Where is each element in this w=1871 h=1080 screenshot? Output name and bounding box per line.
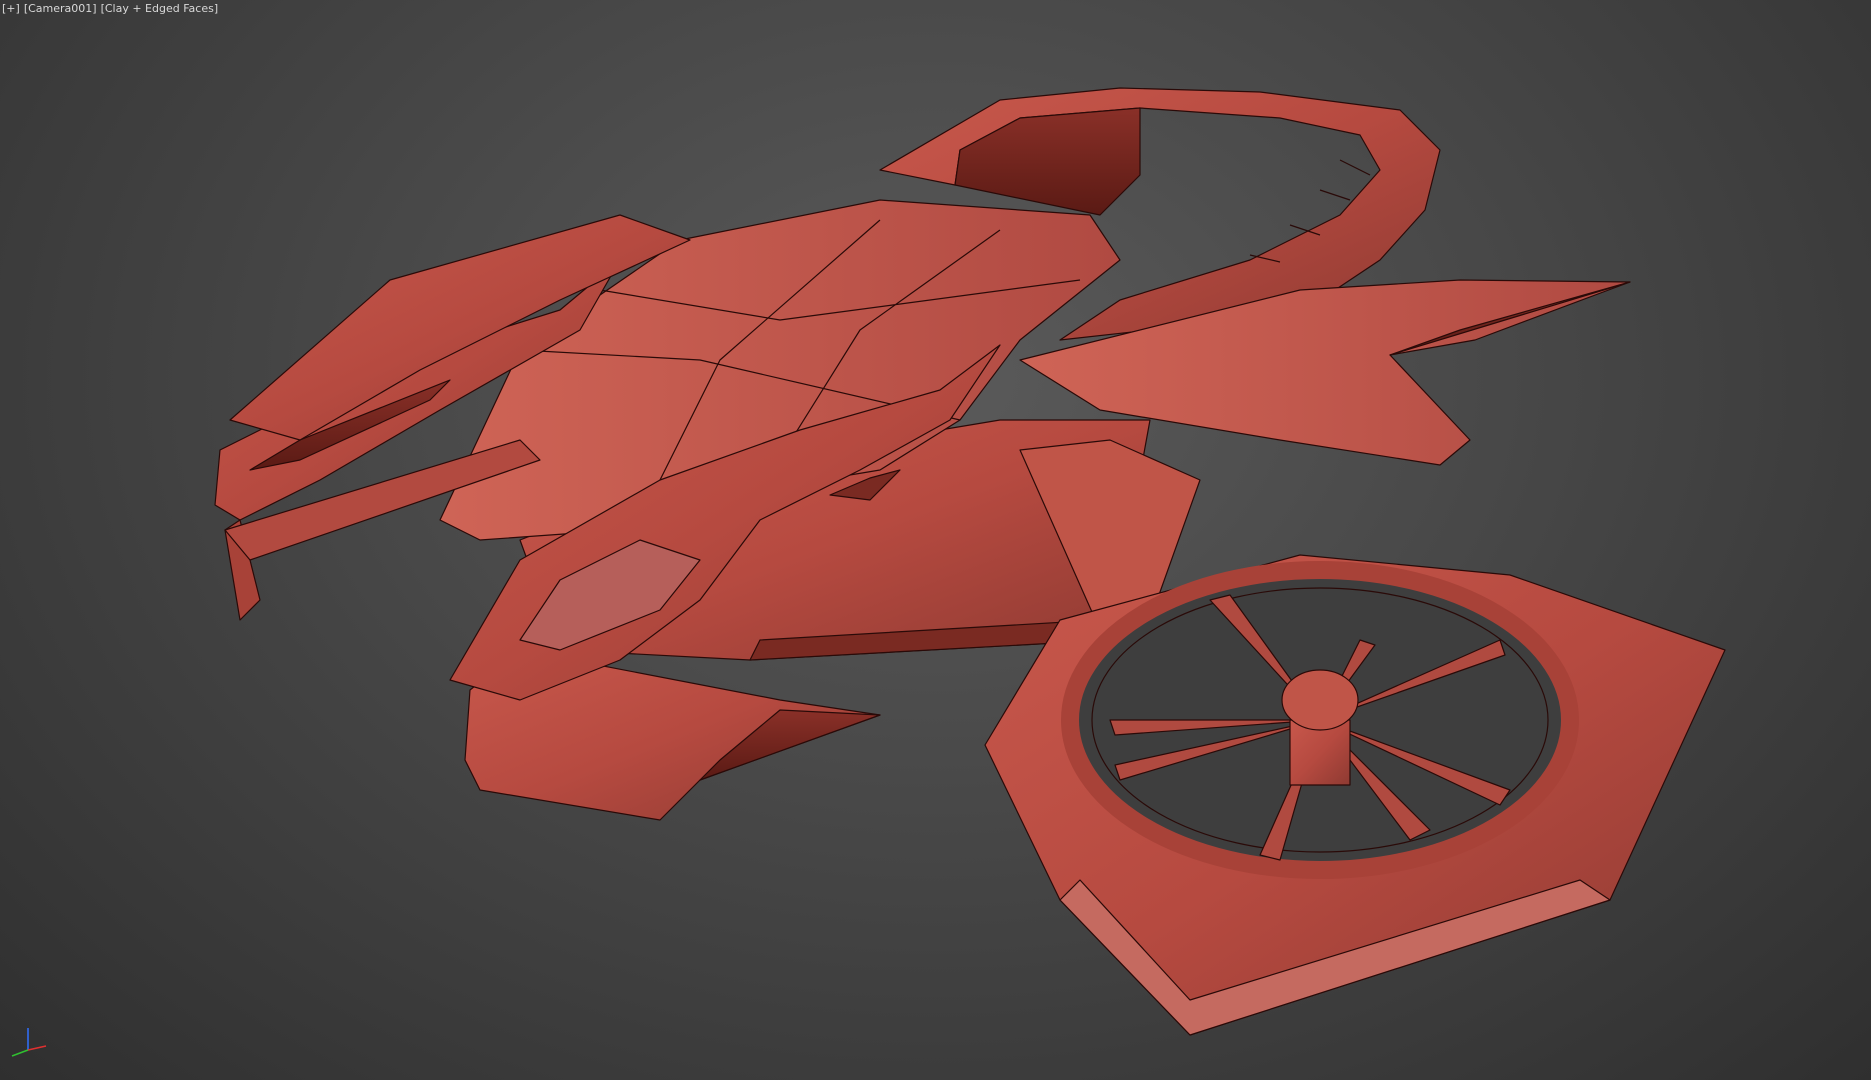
axis-gizmo-icon	[6, 1020, 50, 1064]
rotor-housing	[984, 554, 1726, 1036]
rotor-hub	[1281, 669, 1359, 786]
camera-viewport[interactable]: [+] [Camera001] [Clay + Edged Faces]	[0, 0, 1871, 1080]
vehicle-model	[214, 87, 1726, 1036]
scene-render	[214, 87, 1726, 1036]
